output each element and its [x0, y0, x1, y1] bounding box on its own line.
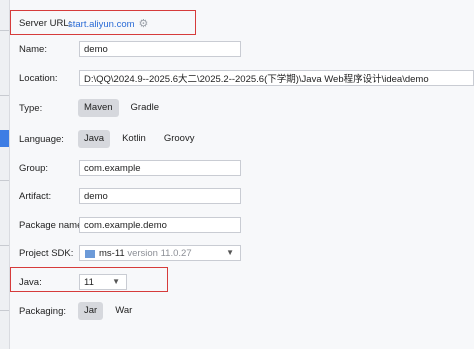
package-name-row: Package name: com.example.demo	[19, 215, 469, 235]
packaging-label: Packaging:	[19, 305, 67, 317]
language-option-groovy[interactable]: Groovy	[158, 130, 201, 148]
gear-icon[interactable]: ⚙	[139, 18, 149, 30]
artifact-input[interactable]: demo	[79, 188, 241, 204]
group-input[interactable]: com.example	[79, 160, 241, 176]
server-url-link[interactable]: start.aliyun.com	[68, 19, 135, 30]
language-label: Language:	[19, 133, 64, 145]
strip-divider	[0, 30, 9, 31]
java-version-value: 11	[84, 276, 94, 288]
strip-divider	[0, 95, 9, 96]
chevron-down-icon[interactable]: ▼	[226, 248, 234, 257]
packaging-option-jar[interactable]: Jar	[78, 302, 104, 320]
server-url-label: Server URL:	[19, 17, 72, 29]
type-selector: Maven Gradle	[78, 99, 171, 117]
name-input[interactable]: demo	[79, 41, 241, 57]
chevron-down-icon[interactable]: ▼	[112, 277, 120, 286]
package-name-label: Package name:	[19, 219, 86, 231]
type-row: Type: Maven Gradle	[19, 98, 319, 118]
java-row: Java: 11 ▼	[19, 272, 319, 292]
left-panel-strip	[0, 0, 10, 349]
packaging-row: Packaging: Jar War	[19, 301, 319, 321]
project-sdk-label: Project SDK:	[19, 247, 74, 259]
type-option-gradle[interactable]: Gradle	[125, 99, 166, 117]
strip-divider	[0, 310, 9, 311]
language-selector: Java Kotlin Groovy	[78, 130, 206, 148]
group-row: Group: com.example	[19, 158, 469, 178]
strip-divider	[0, 245, 9, 246]
type-option-maven[interactable]: Maven	[78, 99, 119, 117]
name-label: Name:	[19, 43, 47, 55]
artifact-label: Artifact:	[19, 190, 52, 202]
java-version-select[interactable]: 11 ▼	[79, 274, 127, 290]
package-name-input[interactable]: com.example.demo	[79, 217, 241, 233]
location-label: Location:	[19, 72, 58, 84]
server-url-row: Server URL: start.aliyun.com ⚙	[19, 13, 459, 33]
sdk-version: version 11.0.27	[127, 247, 192, 259]
type-label: Type:	[19, 102, 43, 114]
sdk-folder-icon	[85, 250, 95, 258]
project-sdk-select[interactable]: ms-11 version 11.0.27 ▼	[79, 245, 241, 261]
language-row: Language: Java Kotlin Groovy	[19, 129, 319, 149]
packaging-option-war[interactable]: War	[109, 302, 138, 320]
strip-selected-item[interactable]	[0, 130, 9, 147]
artifact-row: Artifact: demo	[19, 186, 469, 206]
language-option-java[interactable]: Java	[78, 130, 111, 148]
sdk-name: ms-11	[99, 247, 125, 259]
location-input[interactable]: D:\QQ\2024.9--2025.6大二\2025.2--2025.6(下学…	[79, 70, 474, 86]
location-row: Location: D:\QQ\2024.9--2025.6大二\2025.2-…	[19, 68, 474, 88]
java-label: Java:	[19, 276, 42, 288]
language-option-kotlin[interactable]: Kotlin	[116, 130, 152, 148]
project-sdk-row: Project SDK: ms-11 version 11.0.27 ▼	[19, 243, 469, 263]
packaging-selector: Jar War	[78, 302, 144, 320]
group-label: Group:	[19, 162, 49, 174]
name-row: Name: demo	[19, 39, 469, 59]
strip-divider	[0, 180, 9, 181]
